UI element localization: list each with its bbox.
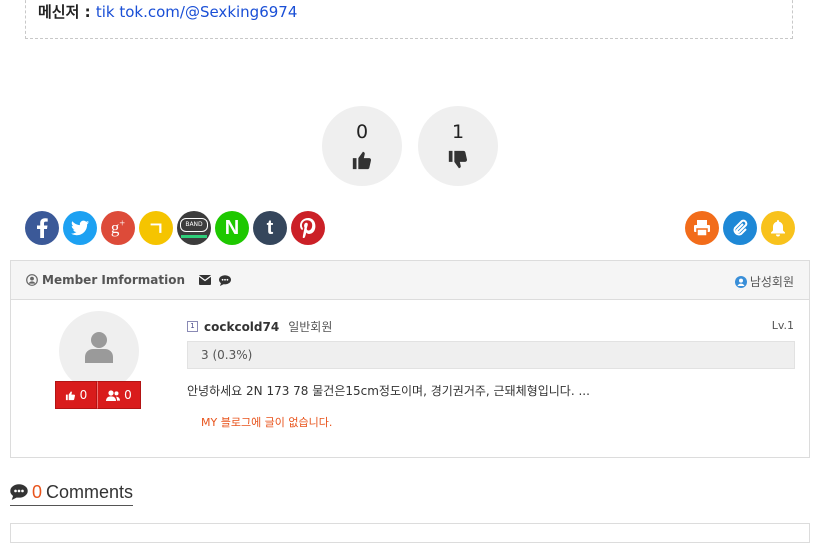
comment-form-box: [10, 523, 810, 543]
default-user-icon: [85, 332, 113, 363]
clip-button[interactable]: [723, 211, 757, 245]
member-name-row: 1 cockcold74 일반회원: [187, 318, 332, 335]
member-intro: 안녕하세요 2N 173 78 물건은15cm정도이며, 경기권거주, 근돼체형…: [187, 384, 590, 398]
member-follow-count: 0: [124, 388, 132, 402]
member-username[interactable]: cockcold74: [204, 320, 279, 334]
member-like-count: 0: [79, 388, 88, 402]
comments-count: 0: [32, 481, 43, 502]
messenger-label: 메신저 :: [38, 3, 96, 21]
level-badge-icon: 1: [187, 321, 198, 332]
print-icon: [694, 220, 710, 237]
chat-bubble-icon[interactable]: [219, 274, 231, 286]
users-icon: [106, 389, 121, 401]
messenger-link[interactable]: tik tok.com/@Sexking6974: [96, 3, 298, 21]
member-info-header: Member Imformation 남성회원: [11, 261, 809, 300]
twitter-icon: [71, 220, 89, 236]
member-info-title: Member Imformation: [26, 273, 231, 287]
vote-down-button[interactable]: 1: [418, 106, 498, 186]
band-share-button[interactable]: BAND: [177, 211, 211, 245]
paperclip-icon: [733, 219, 748, 236]
thumbs-up-small-icon: [65, 390, 75, 400]
comments-label: Comments: [46, 481, 134, 502]
messenger-line: 메신저 : tik tok.com/@Sexking6974: [38, 1, 297, 22]
naver-icon: N: [224, 216, 240, 239]
member-info-panel: Member Imformation 남성회원 0 0 1 cockcold74…: [10, 260, 810, 458]
thumbs-down-icon: [448, 150, 468, 169]
comments-heading: 0 Comments: [10, 479, 134, 506]
member-gender: 남성회원: [734, 273, 794, 290]
vote-up-count: 0: [355, 121, 369, 143]
member-points: 3 (0.3%): [201, 348, 253, 362]
band-icon: BAND: [180, 218, 208, 232]
band-stripe: [181, 235, 207, 238]
avatar: [59, 311, 139, 391]
vote-up-button[interactable]: 0: [322, 106, 402, 186]
member-grade: 일반회원: [288, 320, 333, 334]
kakaostory-icon: ㄱ: [147, 219, 165, 240]
alarm-button[interactable]: [761, 211, 795, 245]
naver-share-button[interactable]: N: [215, 211, 249, 245]
member-blog-message: MY 블로그에 글이 없습니다.: [201, 416, 333, 429]
member-info-heading: Member Imformation: [42, 273, 185, 287]
user-circle-blue-icon: [734, 275, 747, 288]
messenger-box: 메신저 : tik tok.com/@Sexking6974: [25, 0, 793, 39]
twitter-share-button[interactable]: [63, 211, 97, 245]
user-circle-icon: [26, 274, 38, 286]
vote-down-count: 1: [451, 121, 465, 143]
pinterest-share-button[interactable]: [291, 211, 325, 245]
member-points-bar: 3 (0.3%): [187, 341, 795, 369]
member-gender-label: 남성회원: [749, 275, 794, 289]
envelope-icon[interactable]: [199, 275, 211, 285]
print-button[interactable]: [685, 211, 719, 245]
member-follow-button[interactable]: 0: [97, 381, 141, 409]
tumblr-icon: t: [266, 216, 274, 239]
google-plus-icon: g+: [110, 218, 126, 237]
kakaostory-share-button[interactable]: ㄱ: [139, 211, 173, 245]
facebook-share-button[interactable]: [25, 211, 59, 245]
tumblr-share-button[interactable]: t: [253, 211, 287, 245]
member-like-button[interactable]: 0: [55, 381, 97, 409]
chat-bubble-icon: [10, 484, 28, 500]
facebook-icon: [37, 218, 48, 238]
member-level: Lv.1: [771, 319, 794, 332]
avatar-actions: 0 0: [55, 381, 141, 409]
pinterest-icon: [300, 218, 316, 238]
bell-icon: [771, 220, 785, 237]
google-plus-share-button[interactable]: g+: [101, 211, 135, 245]
thumbs-up-icon: [352, 151, 372, 170]
